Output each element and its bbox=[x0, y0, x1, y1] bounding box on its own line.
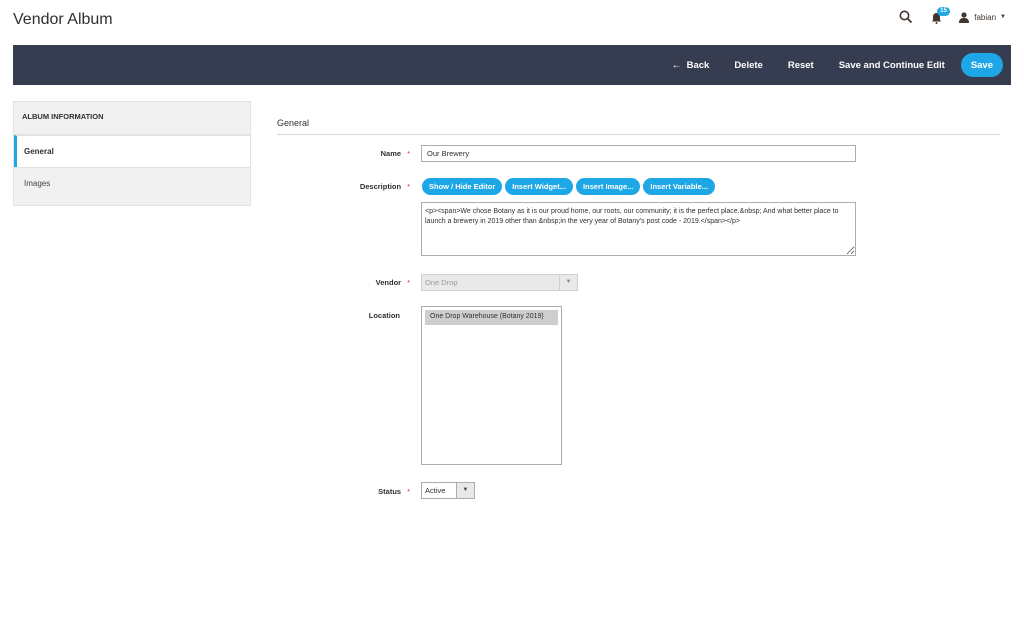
status-value: Active bbox=[425, 486, 446, 495]
description-label: Description * bbox=[270, 182, 410, 191]
status-select[interactable]: Active ▼ bbox=[421, 482, 475, 499]
vendor-label: Vendor * bbox=[270, 278, 410, 287]
location-multiselect[interactable]: One Drop Warehouse (Botany 2019) bbox=[421, 306, 562, 465]
chevron-down-icon: ▼ bbox=[1000, 14, 1006, 20]
vendor-select[interactable]: One Drop ▼ bbox=[421, 274, 578, 291]
save-button[interactable]: Save bbox=[960, 53, 1003, 77]
vendor-value: One Drop bbox=[425, 278, 458, 287]
description-label-text: Description bbox=[359, 182, 402, 191]
user-name: fabian bbox=[974, 12, 997, 22]
section-title: General bbox=[277, 118, 310, 128]
description-textarea[interactable]: <p><span>We chose Botany as it is our pr… bbox=[421, 202, 856, 256]
notification-badge: 15 bbox=[937, 7, 950, 16]
location-option[interactable]: One Drop Warehouse (Botany 2019) bbox=[425, 310, 558, 325]
status-label: Status * bbox=[270, 487, 410, 496]
required-marker: * bbox=[407, 487, 410, 496]
sidebar-item-images[interactable]: Images bbox=[14, 167, 250, 205]
search-icon[interactable] bbox=[899, 10, 913, 24]
required-marker: * bbox=[407, 278, 410, 287]
name-label: Name * bbox=[270, 149, 410, 158]
location-label: Location bbox=[270, 311, 410, 320]
save-and-continue-button[interactable]: Save and Continue Edit bbox=[839, 60, 945, 71]
location-label-text: Location bbox=[368, 311, 400, 320]
delete-button[interactable]: Delete bbox=[734, 60, 763, 71]
sidebar: ALBUM INFORMATION General Images bbox=[13, 101, 251, 206]
insert-image-button[interactable]: Insert Image... bbox=[575, 178, 641, 195]
name-input[interactable] bbox=[421, 145, 856, 162]
back-button[interactable]: ← Back bbox=[672, 60, 710, 71]
name-label-text: Name bbox=[380, 149, 402, 158]
chevron-down-icon: ▼ bbox=[559, 275, 577, 290]
user-menu[interactable]: fabian ▼ bbox=[959, 11, 1006, 23]
header-actions: 15 fabian ▼ bbox=[899, 7, 1006, 24]
user-icon bbox=[959, 11, 970, 23]
reset-button[interactable]: Reset bbox=[788, 60, 814, 71]
required-marker: * bbox=[407, 182, 410, 191]
sidebar-title: ALBUM INFORMATION bbox=[14, 102, 250, 135]
insert-variable-button[interactable]: Insert Variable... bbox=[643, 178, 715, 195]
back-arrow-icon: ← bbox=[671, 59, 682, 71]
section-divider bbox=[277, 134, 1000, 135]
back-label: Back bbox=[686, 59, 710, 71]
page-title: Vendor Album bbox=[13, 11, 113, 28]
status-label-text: Status bbox=[378, 487, 402, 496]
insert-widget-button[interactable]: Insert Widget... bbox=[505, 178, 573, 195]
toolbar-buttons: ← Back Delete Reset Save and Continue Ed… bbox=[647, 53, 1003, 77]
sidebar-item-general[interactable]: General bbox=[14, 135, 250, 167]
notifications-button[interactable]: 15 bbox=[931, 7, 950, 24]
chevron-down-icon: ▼ bbox=[456, 483, 474, 498]
vendor-label-text: Vendor bbox=[375, 278, 402, 287]
page-actions-toolbar: ← Back Delete Reset Save and Continue Ed… bbox=[13, 45, 1011, 85]
editor-buttons: Show / Hide Editor Insert Widget... Inse… bbox=[422, 178, 718, 195]
required-marker: * bbox=[407, 149, 410, 158]
show-hide-editor-button[interactable]: Show / Hide Editor bbox=[422, 178, 503, 195]
